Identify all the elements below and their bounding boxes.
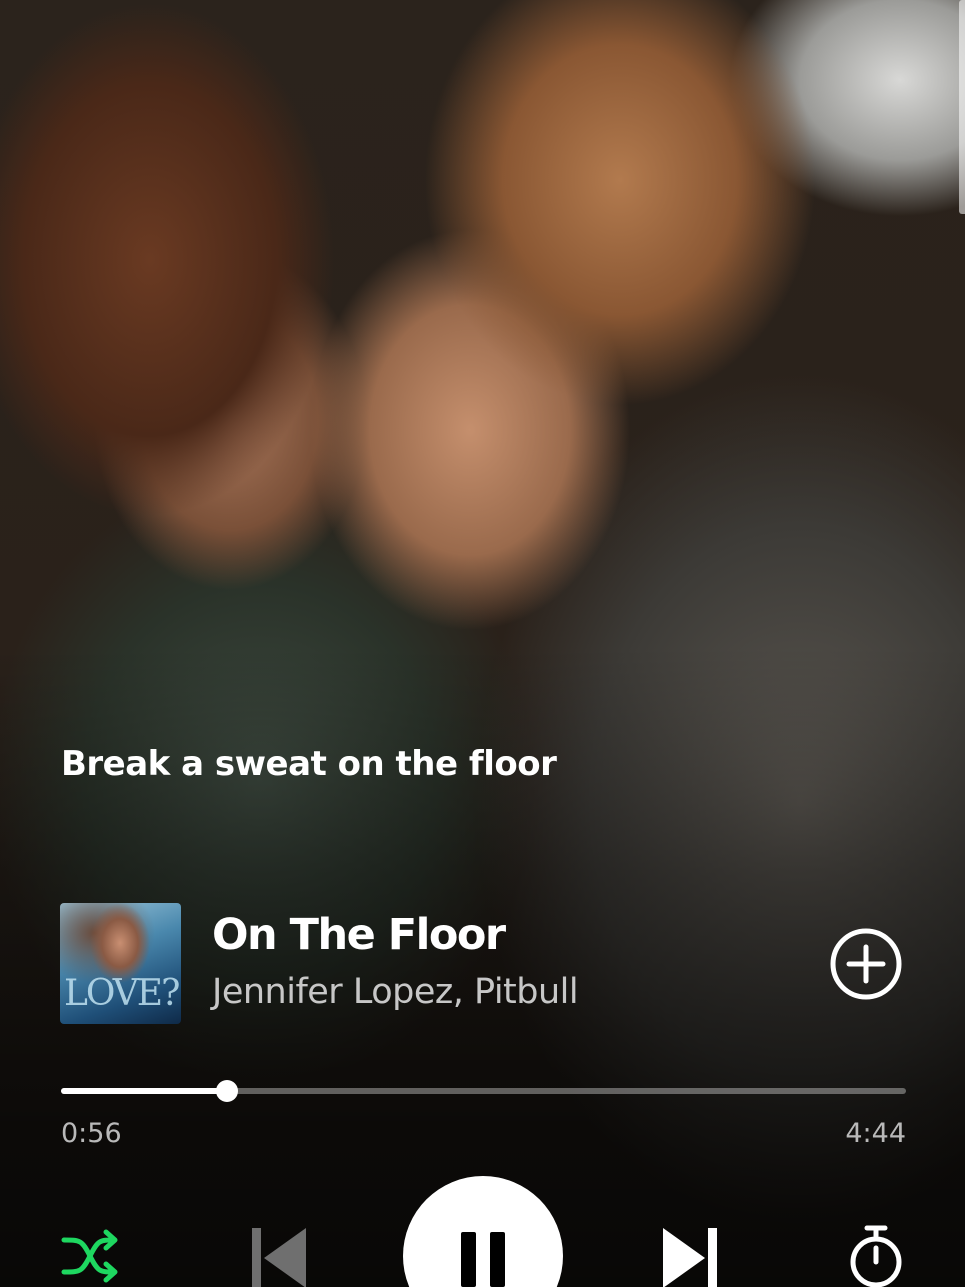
progress-bar-fill bbox=[61, 1088, 228, 1094]
sleep-timer-icon bbox=[850, 1225, 902, 1287]
elapsed-time: 0:56 bbox=[61, 1118, 122, 1149]
track-title[interactable]: On The Floor bbox=[212, 910, 506, 960]
lyrics-line[interactable]: Break a sweat on the floor bbox=[61, 744, 557, 784]
shuffle-icon bbox=[61, 1229, 118, 1283]
plus-circle-icon bbox=[830, 928, 902, 1000]
next-track-button[interactable] bbox=[657, 1222, 723, 1287]
total-time: 4:44 bbox=[845, 1118, 906, 1149]
pause-icon bbox=[461, 1232, 505, 1287]
shuffle-button[interactable] bbox=[58, 1226, 124, 1287]
track-artist[interactable]: Jennifer Lopez, Pitbull bbox=[212, 972, 579, 1012]
previous-track-button[interactable] bbox=[246, 1222, 312, 1287]
album-art[interactable]: LOVE? bbox=[60, 903, 181, 1024]
skip-previous-icon bbox=[252, 1228, 306, 1287]
sleep-timer-button[interactable] bbox=[845, 1222, 907, 1287]
skip-next-icon bbox=[663, 1228, 717, 1287]
album-art-text: LOVE? bbox=[64, 973, 180, 1014]
pause-button[interactable] bbox=[403, 1176, 563, 1287]
add-to-library-button[interactable] bbox=[829, 927, 903, 1001]
scroll-indicator bbox=[959, 0, 965, 214]
progress-bar[interactable] bbox=[61, 1080, 906, 1102]
now-playing-screen: Break a sweat on the floor LOVE? On The … bbox=[0, 0, 965, 1287]
